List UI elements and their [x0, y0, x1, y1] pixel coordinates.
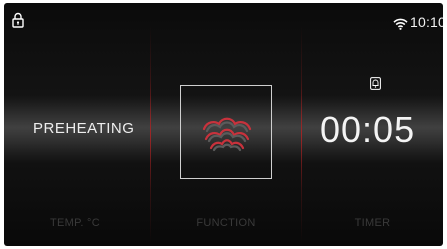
timer-label: TIMER: [354, 217, 391, 229]
temp-label: TEMP. °C: [50, 217, 100, 229]
temperature-panel[interactable]: PREHEATING TEMP. °C: [4, 3, 150, 246]
timer-panel[interactable]: 00:05 TIMER: [302, 3, 443, 246]
bell-icon: [370, 77, 381, 90]
function-panel[interactable]: FUNCTION: [151, 3, 301, 246]
oven-display: 10:10 PREHEATING TEMP. °C FUNCTION 00:05…: [4, 3, 443, 246]
function-selector-button[interactable]: [180, 85, 272, 179]
timer-value: 00:05: [320, 109, 416, 150]
preheating-status: PREHEATING: [33, 120, 135, 137]
function-label: FUNCTION: [196, 217, 256, 229]
top-heat-icon: [198, 108, 256, 156]
